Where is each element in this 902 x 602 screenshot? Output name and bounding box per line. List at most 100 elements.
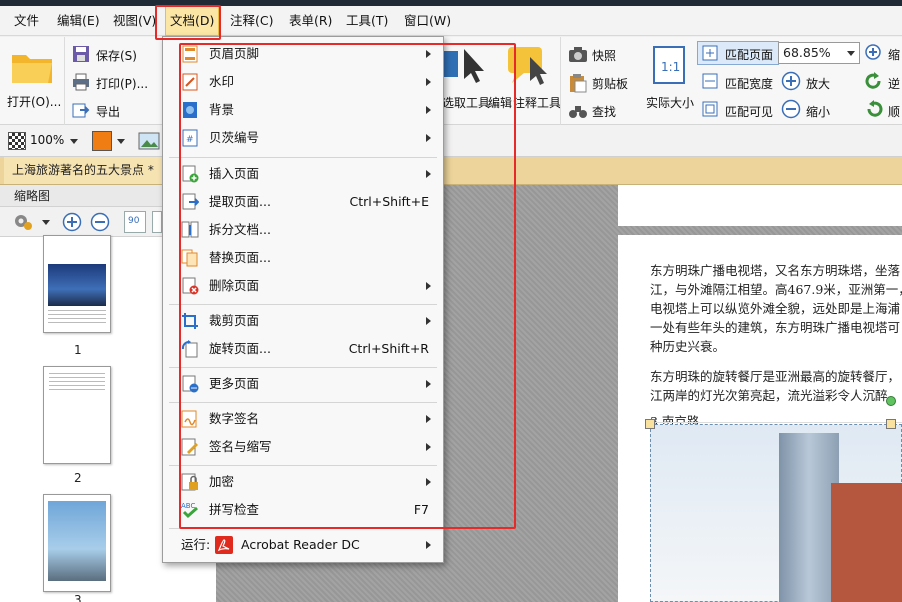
zoom-in-button[interactable]: 放大 — [806, 75, 830, 92]
find-button[interactable]: 查找 — [592, 103, 616, 120]
page-thumbnail[interactable] — [43, 366, 111, 464]
menu-item-bates-numbering[interactable]: # 贝茨编号 — [163, 124, 443, 152]
menu-view[interactable]: 视图(V) — [113, 6, 156, 36]
menu-item-more-pages[interactable]: 更多页面 — [163, 370, 443, 398]
binoculars-icon[interactable] — [568, 101, 588, 121]
menu-item-header-footer[interactable]: 页眉页脚 — [163, 40, 443, 68]
menu-file[interactable]: 文件 — [14, 6, 39, 36]
menu-item-label: 页眉页脚 — [209, 46, 260, 61]
menu-document[interactable]: 文档(D) — [165, 6, 220, 36]
print-button[interactable]: 打印(P)... — [96, 75, 148, 92]
menu-item-label: 删除页面 — [209, 278, 260, 293]
menu-separator — [169, 402, 437, 403]
menu-item-crop-page[interactable]: 裁剪页面 — [163, 307, 443, 335]
rotate-thumbnail-icon[interactable]: 90 — [124, 211, 146, 233]
zoom-out-icon[interactable] — [781, 99, 801, 119]
document-tab[interactable]: 上海旅游著名的五大景点 * — [4, 157, 162, 184]
ribbon-divider — [64, 37, 65, 125]
body-text: 东方明珠的旋转餐厅是亚洲最高的旋转餐厅， — [650, 369, 901, 384]
fit-visible-icon[interactable] — [702, 101, 718, 117]
body-text: 种历史兴衰。 — [650, 339, 726, 354]
chevron-down-icon[interactable] — [42, 220, 50, 225]
selected-image[interactable] — [650, 424, 902, 602]
fit-visible-button[interactable]: 匹配可见 — [725, 103, 773, 120]
actual-size-icon[interactable]: 1:1 — [652, 45, 686, 85]
svg-text:#: # — [186, 135, 194, 145]
annotation-tool-icon[interactable] — [504, 45, 550, 87]
run-app-label: Acrobat Reader DC — [241, 537, 360, 552]
page-thumbnail[interactable] — [43, 235, 111, 333]
rotate-handle[interactable] — [886, 396, 896, 406]
chevron-down-icon[interactable] — [70, 139, 78, 144]
transparency-icon[interactable] — [8, 132, 26, 150]
actual-size-button[interactable]: 实际大小 — [646, 94, 694, 111]
menu-comment[interactable]: 注释(C) — [230, 6, 273, 36]
zoom-input[interactable]: 68.85% — [778, 42, 860, 64]
chevron-down-icon[interactable] — [847, 51, 855, 56]
image-icon[interactable] — [138, 131, 160, 151]
zoom-tool-icon[interactable] — [864, 43, 884, 63]
menu-item-split-document[interactable]: 拆分文档... — [163, 216, 443, 244]
menu-item-encrypt[interactable]: 加密 — [163, 468, 443, 496]
snapshot-button[interactable]: 快照 — [592, 47, 616, 64]
rotate-ccw-icon[interactable] — [864, 71, 884, 91]
zoom-in-icon[interactable] — [62, 212, 82, 232]
page-number: 2 — [74, 471, 82, 485]
menu-item-rotate-pages[interactable]: 旋转页面... Ctrl+Shift+R — [163, 335, 443, 363]
export-button[interactable]: 导出 — [96, 103, 120, 120]
open-button[interactable]: 打开(O)... — [7, 93, 61, 110]
fill-color-icon[interactable] — [92, 131, 112, 151]
rotate-cw-icon[interactable] — [864, 99, 884, 119]
menu-item-run-acrobat[interactable]: 运行: Acrobat Reader DC — [163, 531, 443, 559]
select-tool-button[interactable]: 选取工具 — [442, 94, 490, 111]
clipboard-button[interactable]: 剪贴板 — [592, 75, 628, 92]
save-icon[interactable] — [72, 45, 90, 63]
menu-separator — [169, 157, 437, 158]
opacity-value[interactable]: 100% — [30, 133, 64, 147]
submenu-arrow-icon — [426, 541, 431, 549]
folder-open-icon[interactable] — [10, 47, 56, 87]
resize-handle[interactable] — [645, 419, 655, 429]
menu-item-digital-signature[interactable]: 数字签名 — [163, 405, 443, 433]
menu-edit[interactable]: 编辑(E) — [57, 6, 100, 36]
zoom-tool-button[interactable]: 缩 — [888, 46, 900, 63]
menu-window[interactable]: 窗口(W) — [404, 6, 451, 36]
select-tool-icon[interactable] — [444, 47, 488, 87]
fit-width-icon[interactable] — [702, 73, 718, 89]
clipboard-icon[interactable] — [568, 73, 588, 93]
menu-form[interactable]: 表单(R) — [289, 6, 332, 36]
menu-item-sign-initial[interactable]: 签名与缩写 — [163, 433, 443, 461]
fit-page-button[interactable]: 匹配页面 — [725, 46, 773, 63]
rotate-cw-button[interactable]: 顺 — [888, 103, 900, 120]
fit-width-button[interactable]: 匹配宽度 — [725, 75, 773, 92]
menu-tools[interactable]: 工具(T) — [346, 6, 388, 36]
zoom-out-icon[interactable] — [90, 212, 110, 232]
menu-item-label: 拆分文档... — [209, 222, 271, 237]
insert-page-icon — [181, 165, 199, 183]
menu-item-insert-page[interactable]: 插入页面 — [163, 160, 443, 188]
zoom-out-button[interactable]: 缩小 — [806, 103, 830, 120]
page-thumbnail[interactable] — [43, 494, 111, 592]
thumbnail-image — [48, 264, 106, 306]
menu-item-delete-page[interactable]: 删除页面 — [163, 272, 443, 300]
print-icon[interactable] — [72, 73, 90, 91]
rotate-ccw-button[interactable]: 逆 — [888, 75, 900, 92]
gear-icon[interactable] — [12, 212, 34, 232]
camera-icon[interactable] — [568, 45, 588, 63]
menu-item-spell-check[interactable]: ABC 拼写检查 F7 — [163, 496, 443, 524]
menu-item-background[interactable]: 背景 — [163, 96, 443, 124]
menu-item-extract-pages[interactable]: 提取页面... Ctrl+Shift+E — [163, 188, 443, 216]
export-icon[interactable] — [72, 101, 90, 119]
zoom-in-icon[interactable] — [781, 71, 801, 91]
page-number: 3 — [74, 593, 82, 602]
menu-item-watermark[interactable]: 水印 — [163, 68, 443, 96]
annotate-tool-button[interactable]: 注释工具 — [513, 94, 561, 111]
resize-handle[interactable] — [886, 419, 896, 429]
menu-item-replace-pages[interactable]: 替换页面... — [163, 244, 443, 272]
body-text: 电视塔上可以纵览外滩全貌，远处即是上海浦 — [650, 301, 901, 316]
rotate-thumbnail-icon[interactable] — [152, 211, 162, 233]
chevron-down-icon[interactable] — [117, 139, 125, 144]
save-button[interactable]: 保存(S) — [96, 47, 137, 64]
submenu-arrow-icon — [426, 443, 431, 451]
edit-button[interactable]: 编辑 — [488, 94, 512, 111]
